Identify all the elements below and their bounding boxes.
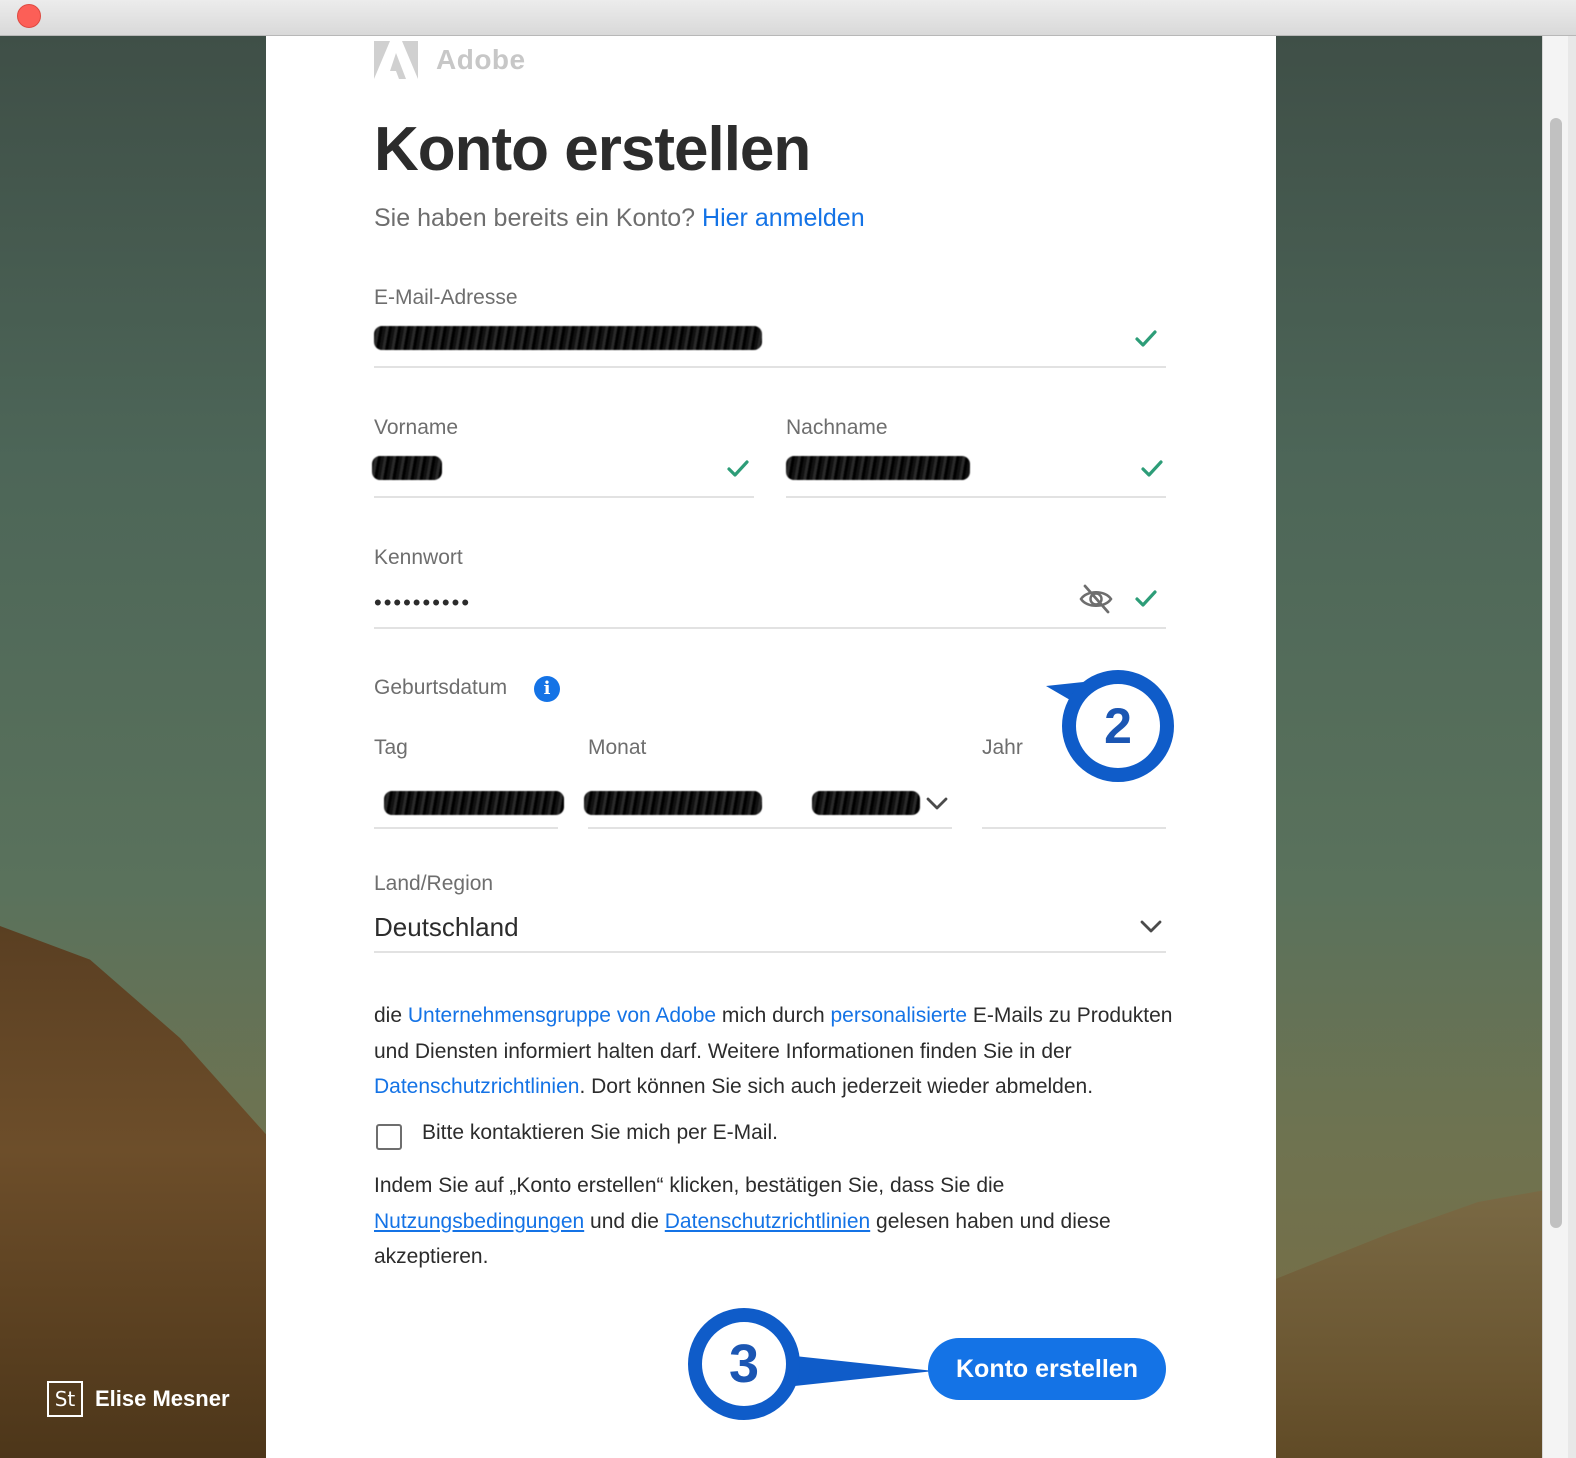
country-label: Land/Region (374, 872, 494, 895)
lastname-label: Nachname (786, 416, 888, 439)
password-field[interactable] (374, 627, 1166, 629)
year-label: Jahr (982, 736, 1023, 759)
email-label: E-Mail-Adresse (374, 286, 518, 309)
step-2-callout: 2 (1062, 670, 1174, 782)
adobe-logo-text: Adobe (436, 44, 526, 75)
callout-3-pointer (776, 1354, 934, 1388)
signin-prompt-text: Sie haben bereits ein Konto? (374, 204, 696, 232)
terms-text-2: und die (584, 1209, 665, 1233)
check-icon (1135, 590, 1157, 607)
chevron-down-icon[interactable] (926, 797, 948, 811)
firstname-value-redacted[interactable] (372, 456, 442, 480)
info-icon[interactable]: i (534, 676, 560, 702)
signup-panel: Adobe Konto erstellen Sie haben bereits … (266, 36, 1276, 1458)
stock-credit: St Elise Mesner (47, 1381, 230, 1417)
check-icon (1141, 460, 1163, 477)
lastname-field[interactable] (786, 496, 1166, 498)
day-field[interactable] (374, 827, 558, 829)
marketing-text-1: die (374, 1004, 408, 1027)
adobe-stock-icon: St (47, 1381, 83, 1417)
email-field[interactable] (374, 366, 1166, 368)
adobe-logo-icon (374, 41, 418, 79)
contact-email-checkbox[interactable] (376, 1124, 402, 1150)
check-icon (727, 460, 749, 477)
firstname-label: Vorname (374, 416, 459, 439)
marketing-text-2: mich durch (716, 1004, 831, 1027)
check-icon (1135, 330, 1157, 347)
firstname-field[interactable] (374, 496, 754, 498)
adobe-logo: Adobe (374, 40, 526, 80)
window-titlebar (0, 0, 1576, 36)
country-select-value[interactable]: Deutschland (374, 912, 519, 943)
country-select[interactable] (374, 951, 1166, 953)
day-label: Tag (374, 736, 408, 759)
privacy-policy-link[interactable]: Datenschutzrichtlinien (374, 1075, 579, 1098)
month-select-value-redacted[interactable] (812, 791, 920, 815)
email-field-value-redacted[interactable] (374, 326, 762, 350)
month-value-redacted[interactable] (584, 791, 762, 815)
signin-prompt: Sie haben bereits ein Konto? Hier anmeld… (374, 204, 865, 233)
month-select[interactable] (588, 827, 952, 829)
photographer-name: Elise Mesner (95, 1386, 230, 1411)
lastname-value-redacted[interactable] (786, 456, 970, 480)
step-3-callout: 3 (688, 1308, 800, 1420)
year-field[interactable] (982, 827, 1166, 829)
terms-text-1: Indem Sie auf „Konto erstellen“ klicken,… (374, 1174, 1005, 1197)
terms-of-use-link[interactable]: Nutzungsbedingungen (374, 1210, 584, 1233)
background-hill-left (0, 926, 300, 1458)
page-title: Konto erstellen (374, 115, 811, 184)
marketing-consent-text: die Unternehmensgruppe von Adobe mich du… (374, 998, 1174, 1105)
chevron-down-icon[interactable] (1140, 920, 1162, 934)
month-label: Monat (588, 736, 647, 759)
create-account-button[interactable]: Konto erstellen (928, 1338, 1166, 1400)
password-value[interactable]: •••••••••• (374, 590, 471, 616)
privacy-policy-link-2[interactable]: Datenschutzrichtlinien (665, 1210, 870, 1233)
eye-off-icon[interactable] (1078, 581, 1114, 617)
signin-link[interactable]: Hier anmelden (702, 204, 865, 232)
window-close-button[interactable] (17, 4, 41, 28)
scrollbar-thumb[interactable] (1550, 118, 1562, 1228)
adobe-group-link[interactable]: Unternehmensgruppe von Adobe (408, 1004, 716, 1027)
personalized-link[interactable]: personalisierte (830, 1004, 967, 1027)
window-content: St Elise Mesner Adobe Konto erstellen Si… (0, 36, 1568, 1458)
background-hill-right (1268, 1186, 1568, 1458)
day-value-redacted[interactable] (384, 791, 564, 815)
terms-text: Indem Sie auf „Konto erstellen“ klicken,… (374, 1168, 1174, 1275)
password-label: Kennwort (374, 546, 463, 569)
marketing-text-4: . Dort können Sie sich auch jederzeit wi… (579, 1075, 1094, 1098)
contact-email-checkbox-label[interactable]: Bitte kontaktieren Sie mich per E-Mail. (422, 1121, 778, 1145)
birthdate-label: Geburtsdatum (374, 676, 508, 699)
